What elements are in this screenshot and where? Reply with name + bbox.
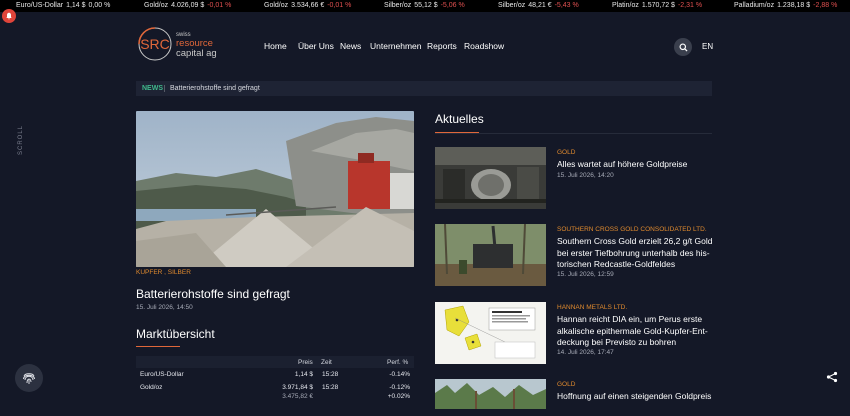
- row-price-eur: 3.475,82 €: [282, 393, 313, 400]
- breadcrumb-separator: [164, 85, 165, 92]
- ticker-name: Gold/oz: [144, 2, 169, 9]
- article-title[interactable]: Hannan reicht DIA ein, um Perus erste al…: [557, 314, 717, 349]
- nav-roadshow[interactable]: Roadshow: [464, 41, 504, 51]
- share-icon[interactable]: [826, 371, 838, 383]
- src-logo-mark: SRC swiss resource capital ag: [138, 27, 217, 61]
- hero-category[interactable]: KUPFER , SILBER: [136, 269, 191, 276]
- ticker-value: 1.570,72 $: [641, 2, 675, 9]
- ticker-value: 4.026,09 $: [171, 2, 205, 9]
- nav-about[interactable]: Über Uns: [298, 41, 334, 51]
- market-table-header: Preis Zeit Perf. %: [136, 356, 414, 368]
- ticker-value: 1.238,18 $: [777, 2, 811, 9]
- ticker-name: Gold/oz: [264, 2, 289, 9]
- nav-news[interactable]: News: [340, 41, 361, 51]
- ticker-item[interactable]: Gold/oz 4.026,09 $ -0,01 %: [144, 0, 231, 12]
- ticker-item[interactable]: Euro/US-Dollar 1,14 $0,00 %: [16, 0, 110, 12]
- ticker-name: Palladium/oz: [734, 2, 775, 9]
- article-image[interactable]: [435, 302, 546, 364]
- ticker-item[interactable]: Silber/oz 48,21 € -5,43 %: [498, 0, 579, 12]
- search-icon: [678, 42, 688, 52]
- aktuelles-title: Aktuelles: [435, 112, 484, 126]
- ticker-change: -2,88 %: [813, 2, 838, 9]
- breadcrumb: NEWS Batterierohstoffe sind gefragt: [136, 81, 712, 96]
- row-price: 1,14 $: [294, 371, 313, 378]
- svg-text:SRC: SRC: [140, 36, 170, 52]
- row-name: Euro/US-Dollar: [140, 371, 184, 378]
- article-image[interactable]: [435, 224, 546, 286]
- bell-icon: [6, 12, 12, 20]
- ticker-change: -5,06 %: [440, 2, 465, 9]
- site-logo[interactable]: SRC swiss resource capital ag: [137, 26, 237, 62]
- breadcrumb-tag[interactable]: NEWS: [142, 81, 163, 96]
- article-category[interactable]: GOLD: [557, 381, 575, 388]
- article-title[interactable]: Hoffnung auf einen steigenden Goldpreis: [557, 391, 717, 403]
- article-image[interactable]: [435, 379, 546, 409]
- section-divider: [435, 133, 712, 134]
- header-time: Zeit: [321, 359, 332, 366]
- quarry-photo: [136, 111, 414, 267]
- ticker-change: -0,01 %: [207, 2, 232, 9]
- drill-rig-photo: [435, 224, 546, 286]
- svg-text:capital ag: capital ag: [176, 48, 217, 59]
- ticker-change: 0,00 %: [88, 2, 111, 9]
- ticker-value: 55,12 $: [414, 2, 438, 9]
- article-category[interactable]: HANNAN METALS LTD.: [557, 304, 627, 311]
- ticker-change: -2,31 %: [677, 2, 703, 9]
- market-overview-title: Marktübersicht: [136, 327, 215, 341]
- ticker-name: Euro/US-Dollar: [16, 2, 64, 9]
- ticker-value: 3.534,66 €: [291, 2, 325, 9]
- ticker-name: Silber/oz: [384, 2, 412, 9]
- ticker-item[interactable]: Palladium/oz 1.238,18 $ -2,88 %: [734, 0, 837, 12]
- row-perf: -0.14%: [389, 371, 410, 378]
- machinery-photo: [435, 147, 546, 209]
- section-underline: [136, 346, 180, 347]
- ticker-item[interactable]: Silber/oz 55,12 $ -5,06 %: [384, 0, 465, 12]
- breadcrumb-current: Batterierohstoffe sind gefragt: [170, 85, 260, 92]
- article-date: 14. Juli 2026, 17:47: [557, 349, 614, 356]
- hero-image[interactable]: [136, 111, 414, 267]
- ticker-item[interactable]: Gold/oz 3.534,66 € -0,01 %: [264, 0, 351, 12]
- notification-button[interactable]: [2, 9, 16, 23]
- section-underline: [435, 132, 479, 133]
- drill-map-image: [435, 302, 546, 364]
- nav-companies[interactable]: Unternehmen: [370, 41, 422, 51]
- language-switch[interactable]: EN: [702, 42, 713, 51]
- article-title[interactable]: Southern Cross Gold erzielt 26,2 g/t Gol…: [557, 236, 717, 271]
- scroll-hint: SCROLL: [18, 124, 24, 155]
- search-button[interactable]: [674, 38, 692, 56]
- ticker-value: 1,14 $: [66, 2, 86, 9]
- ticker-value: 48,21 €: [528, 2, 552, 9]
- hero-date: 15. Juli 2026, 14:50: [136, 304, 193, 311]
- fingerprint-button[interactable]: [15, 364, 43, 392]
- article-date: 15. Juli 2026, 12:59: [557, 271, 614, 278]
- fingerprint-icon: [23, 373, 35, 384]
- article-category[interactable]: GOLD: [557, 149, 575, 156]
- ticker-name: Silber/oz: [498, 2, 526, 9]
- ticker-change: -5,43 %: [554, 2, 579, 9]
- nav-reports[interactable]: Reports: [427, 41, 457, 51]
- hero-title[interactable]: Batterierohstoffe sind gefragt: [136, 287, 290, 301]
- row-price: 3.971,84 $: [282, 384, 313, 391]
- row-time: 15:28: [322, 371, 339, 378]
- row-perf-eur: +0.02%: [387, 393, 410, 400]
- ticker-name: Platin/oz: [612, 2, 639, 9]
- price-ticker: Euro/US-Dollar 1,14 $0,00 % Gold/oz 4.026,…: [0, 0, 850, 12]
- article-date: 15. Juli 2026, 14:20: [557, 172, 614, 179]
- article-title[interactable]: Alles wartet auf höhere Goldpreise: [557, 159, 717, 171]
- header-price: Preis: [298, 359, 313, 366]
- forest-photo: [435, 379, 546, 409]
- article-image[interactable]: [435, 147, 546, 209]
- market-table: Preis Zeit Perf. % Euro/US-Dollar 1,14 $…: [136, 356, 414, 416]
- ticker-change: -0,01 %: [327, 2, 352, 9]
- ticker-item[interactable]: Platin/oz 1.570,72 $ -2,31 %: [612, 0, 702, 12]
- row-time: 15:28: [322, 384, 339, 391]
- nav-home[interactable]: Home: [264, 41, 287, 51]
- row-name: Gold/oz: [140, 384, 163, 391]
- header-perf: Perf. %: [387, 359, 409, 366]
- article-category[interactable]: SOUTHERN CROSS GOLD CONSOLIDATED LTD.: [557, 226, 707, 233]
- row-perf: -0.12%: [389, 384, 410, 391]
